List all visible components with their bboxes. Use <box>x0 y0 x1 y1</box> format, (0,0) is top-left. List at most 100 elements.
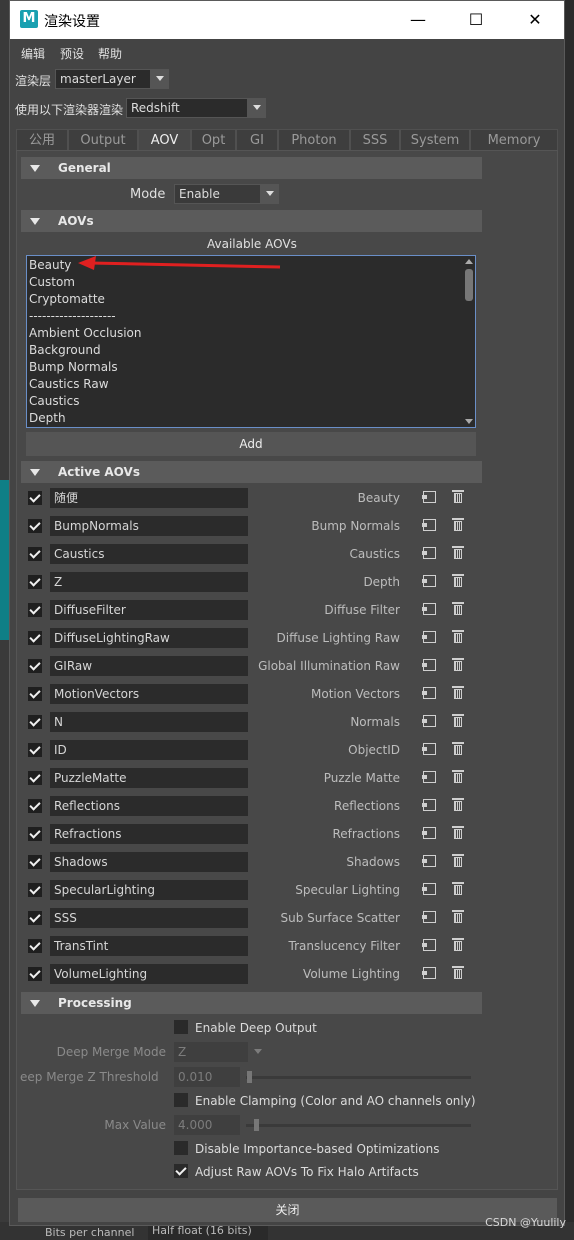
trash-icon[interactable] <box>452 546 464 559</box>
menu-edit[interactable]: 编辑 <box>21 45 45 62</box>
slider-handle[interactable] <box>254 1119 259 1131</box>
close-button[interactable]: 关闭 <box>18 1198 557 1222</box>
aov-enabled-checkbox[interactable] <box>28 659 42 673</box>
trash-icon[interactable] <box>452 742 464 755</box>
select-aov-icon[interactable] <box>422 799 436 811</box>
list-item[interactable]: Caustics Raw <box>29 376 109 393</box>
aov-name-field[interactable]: DiffuseFilter <box>50 600 248 620</box>
aov-enabled-checkbox[interactable] <box>28 939 42 953</box>
select-aov-icon[interactable] <box>422 743 436 755</box>
select-aov-icon[interactable] <box>422 687 436 699</box>
menu-help[interactable]: 帮助 <box>98 45 122 62</box>
scroll-down-icon[interactable] <box>465 419 473 424</box>
aov-enabled-checkbox[interactable] <box>28 547 42 561</box>
aov-enabled-checkbox[interactable] <box>28 911 42 925</box>
select-aov-icon[interactable] <box>422 911 436 923</box>
list-item[interactable]: Beauty <box>29 257 71 274</box>
aov-name-field[interactable]: Shadows <box>50 852 248 872</box>
trash-icon[interactable] <box>452 658 464 671</box>
trash-icon[interactable] <box>452 882 464 895</box>
aov-enabled-checkbox[interactable] <box>28 575 42 589</box>
select-aov-icon[interactable] <box>422 827 436 839</box>
tab-memory[interactable]: Memory <box>470 129 558 151</box>
aov-enabled-checkbox[interactable] <box>28 743 42 757</box>
trash-icon[interactable] <box>452 714 464 727</box>
tab-system[interactable]: System <box>400 129 470 151</box>
select-aov-icon[interactable] <box>422 659 436 671</box>
list-item[interactable]: Cryptomatte <box>29 291 105 308</box>
aov-name-field[interactable]: Caustics <box>50 544 248 564</box>
select-aov-icon[interactable] <box>422 771 436 783</box>
aov-enabled-checkbox[interactable] <box>28 771 42 785</box>
render-layer-select[interactable]: masterLayer <box>55 69 151 89</box>
trash-icon[interactable] <box>452 826 464 839</box>
aov-name-field[interactable]: BumpNormals <box>50 516 248 536</box>
trash-icon[interactable] <box>452 770 464 783</box>
list-item[interactable]: Caustics <box>29 393 79 410</box>
maximize-button[interactable]: ☐ <box>447 1 505 39</box>
aov-name-field[interactable]: SpecularLighting <box>50 880 248 900</box>
tab-output[interactable]: Output <box>68 129 138 151</box>
trash-icon[interactable] <box>452 602 464 615</box>
select-aov-icon[interactable] <box>422 967 436 979</box>
title-bar[interactable]: M 渲染设置 — ☐ ✕ <box>10 1 564 39</box>
list-item[interactable]: Background <box>29 342 101 359</box>
list-item[interactable]: Custom <box>29 274 75 291</box>
aov-name-field[interactable]: Reflections <box>50 796 248 816</box>
trash-icon[interactable] <box>452 966 464 979</box>
aov-enabled-checkbox[interactable] <box>28 967 42 981</box>
disable-importance-checkbox[interactable] <box>174 1141 188 1155</box>
trash-icon[interactable] <box>452 910 464 923</box>
aov-name-field[interactable]: 随便 <box>50 488 248 508</box>
list-item[interactable]: Ambient Occlusion <box>29 325 141 342</box>
trash-icon[interactable] <box>452 854 464 867</box>
mode-select[interactable]: Enable <box>174 184 261 204</box>
tab-sss[interactable]: SSS <box>350 129 400 151</box>
select-aov-icon[interactable] <box>422 547 436 559</box>
enable-clamping-checkbox[interactable] <box>174 1093 188 1107</box>
aov-name-field[interactable]: N <box>50 712 248 732</box>
aov-name-field[interactable]: PuzzleMatte <box>50 768 248 788</box>
tab-photon[interactable]: Photon <box>278 129 350 151</box>
trash-icon[interactable] <box>452 630 464 643</box>
aov-enabled-checkbox[interactable] <box>28 687 42 701</box>
tab-aov[interactable]: AOV <box>138 129 191 151</box>
aov-enabled-checkbox[interactable] <box>28 883 42 897</box>
aov-enabled-checkbox[interactable] <box>28 519 42 533</box>
max-value-slider[interactable] <box>246 1124 471 1127</box>
mode-dropdown-icon[interactable] <box>261 184 279 204</box>
list-item[interactable]: Depth <box>29 410 66 427</box>
tab-opt[interactable]: Opt <box>191 129 236 151</box>
aov-enabled-checkbox[interactable] <box>28 491 42 505</box>
aov-name-field[interactable]: GIRaw <box>50 656 248 676</box>
aov-enabled-checkbox[interactable] <box>28 799 42 813</box>
aov-name-field[interactable]: MotionVectors <box>50 684 248 704</box>
select-aov-icon[interactable] <box>422 883 436 895</box>
select-aov-icon[interactable] <box>422 939 436 951</box>
select-aov-icon[interactable] <box>422 855 436 867</box>
enable-deep-output-checkbox[interactable] <box>174 1020 188 1034</box>
aov-enabled-checkbox[interactable] <box>28 827 42 841</box>
deep-merge-z-threshold-field[interactable]: 0.010 <box>174 1067 240 1087</box>
aov-name-field[interactable]: ID <box>50 740 248 760</box>
scroll-thumb[interactable] <box>465 269 473 301</box>
deep-merge-dropdown-icon[interactable] <box>254 1049 262 1054</box>
aov-enabled-checkbox[interactable] <box>28 631 42 645</box>
deep-merge-z-threshold-slider[interactable] <box>246 1076 471 1079</box>
trash-icon[interactable] <box>452 574 464 587</box>
aov-name-field[interactable]: Refractions <box>50 824 248 844</box>
close-window-button[interactable]: ✕ <box>506 1 564 39</box>
available-aovs-list[interactable]: Beauty Custom Cryptomatte --------------… <box>26 255 476 428</box>
aovs-section-header[interactable]: AOVs <box>21 210 482 232</box>
select-aov-icon[interactable] <box>422 603 436 615</box>
active-aovs-section-header[interactable]: Active AOVs <box>21 461 482 483</box>
render-layer-dropdown-icon[interactable] <box>151 69 169 89</box>
trash-icon[interactable] <box>452 490 464 503</box>
max-value-field[interactable]: 4.000 <box>174 1115 240 1135</box>
select-aov-icon[interactable] <box>422 519 436 531</box>
minimize-button[interactable]: — <box>389 1 447 39</box>
add-aov-button[interactable]: Add <box>26 432 476 456</box>
aov-enabled-checkbox[interactable] <box>28 603 42 617</box>
slider-handle[interactable] <box>247 1071 252 1083</box>
select-aov-icon[interactable] <box>422 715 436 727</box>
